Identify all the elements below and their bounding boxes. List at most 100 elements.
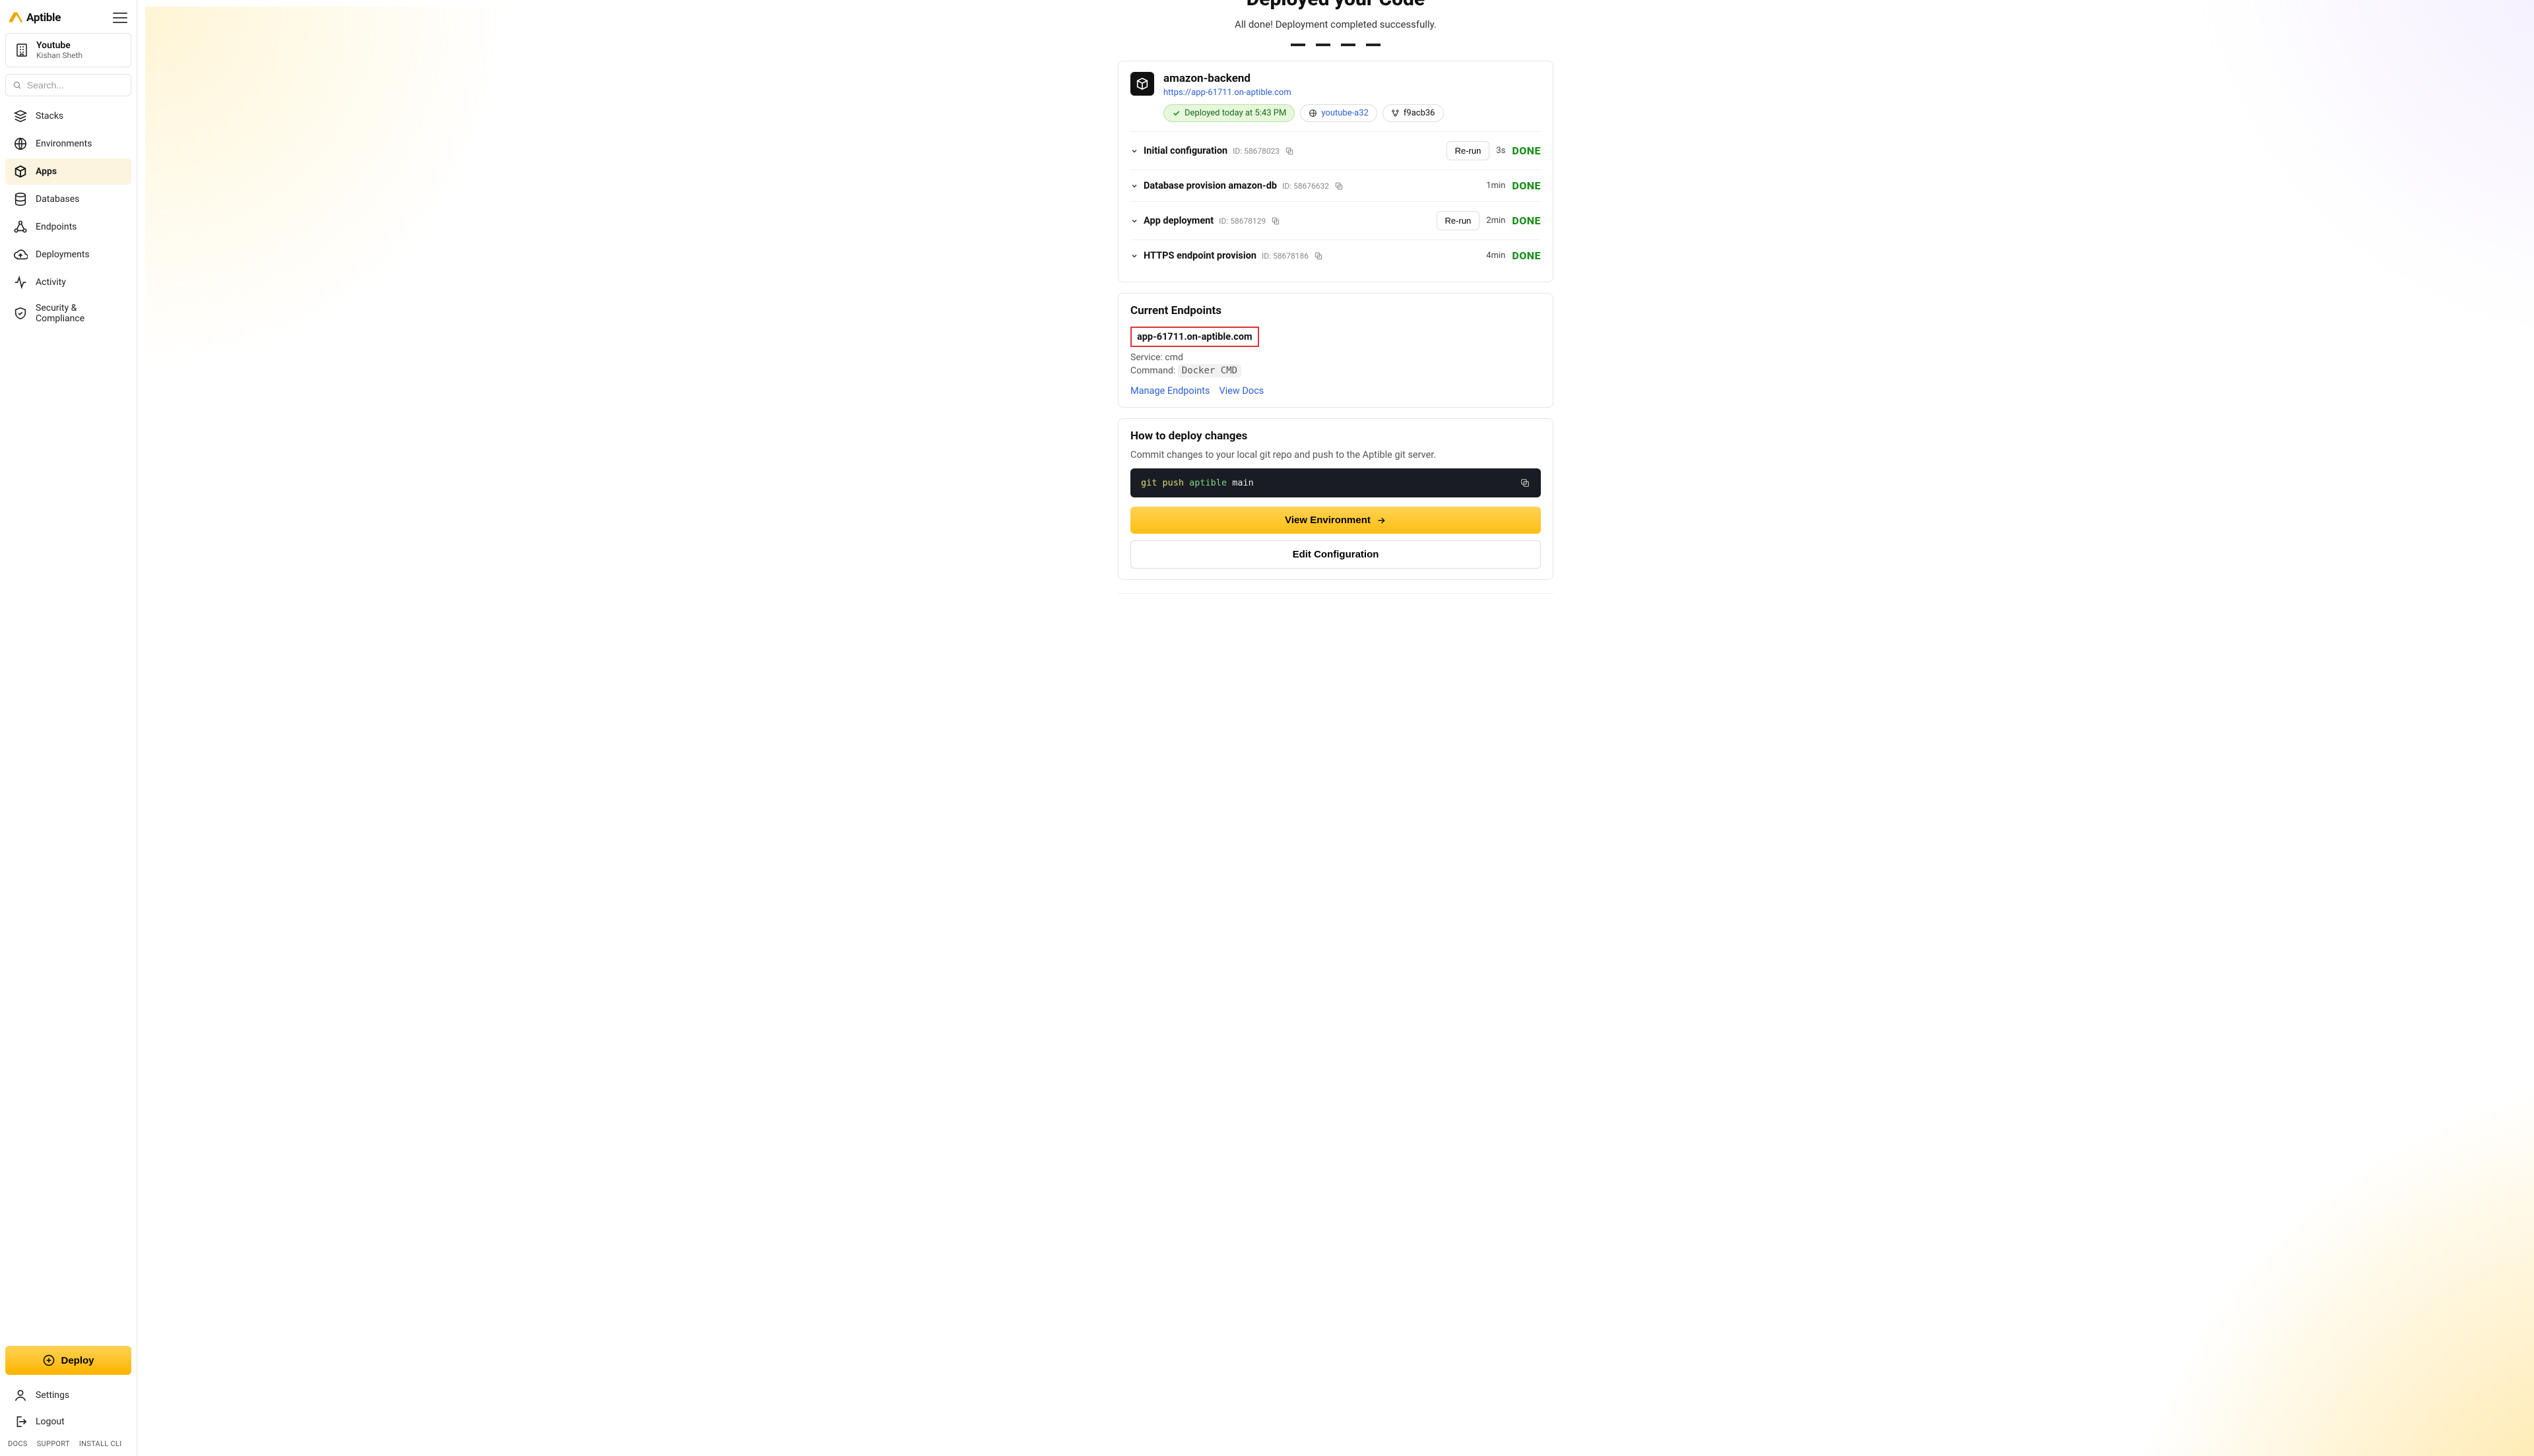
deployment-steps: Initial configurationID: 58678023Re-run3… — [1130, 131, 1541, 271]
sidebar-item-settings[interactable]: Settings — [5, 1383, 131, 1408]
sidebar-item-activity[interactable]: Activity — [5, 269, 131, 296]
rerun-button[interactable]: Re-run — [1446, 141, 1490, 160]
edit-configuration-label: Edit Configuration — [1293, 549, 1379, 560]
bottom-divider — [1118, 593, 1553, 594]
deploy-button-label: Deploy — [61, 1355, 94, 1366]
database-icon — [13, 192, 28, 206]
sidebar-item-label: Stacks — [36, 111, 63, 121]
copy-icon — [1520, 478, 1530, 488]
main-content: Deployed your Code All done! Deployment … — [137, 0, 2534, 1456]
network-icon — [13, 220, 28, 234]
step-duration: 2min — [1486, 216, 1505, 226]
menu-toggle-icon[interactable] — [113, 13, 127, 23]
step-title: App deployment — [1144, 215, 1214, 226]
search-box[interactable] — [5, 74, 131, 96]
footer-install-link[interactable]: INSTALL CLI — [79, 1440, 122, 1448]
step-status: DONE — [1512, 179, 1541, 192]
check-icon — [1172, 109, 1181, 117]
sidebar-item-label: Security & Compliance — [36, 303, 123, 324]
step-status: DONE — [1512, 144, 1541, 157]
step-status: DONE — [1512, 249, 1541, 262]
deploy-button[interactable]: Deploy — [5, 1346, 131, 1375]
sidebar-item-label: Activity — [36, 277, 66, 288]
manage-endpoints-link[interactable]: Manage Endpoints — [1130, 385, 1210, 396]
activity-icon — [13, 275, 28, 290]
deployed-chip: Deployed today at 5:43 PM — [1163, 104, 1295, 122]
box-icon — [13, 164, 28, 179]
search-icon — [13, 80, 22, 90]
sidebar-item-label: Deployments — [36, 249, 90, 260]
endpoint-command: Command: Docker CMD — [1130, 365, 1541, 376]
step-status: DONE — [1512, 214, 1541, 227]
step-title: HTTPS endpoint provision — [1144, 250, 1256, 261]
endpoints-card: Current Endpoints app-61711.on-aptible.c… — [1118, 293, 1553, 408]
sidebar-item-logout[interactable]: Logout — [5, 1409, 131, 1434]
copy-command-button[interactable] — [1520, 478, 1530, 488]
endpoint-highlight: app-61711.on-aptible.com — [1130, 327, 1259, 347]
arrow-right-icon — [1376, 515, 1386, 526]
footer-docs-link[interactable]: DOCS — [8, 1440, 28, 1448]
chevron-down-icon[interactable] — [1130, 182, 1138, 190]
org-selector[interactable]: Youtube Kishan Sheth — [5, 33, 131, 67]
search-input[interactable] — [27, 80, 124, 90]
view-environment-button[interactable]: View Environment — [1130, 507, 1541, 534]
main-nav: Stacks Environments Apps Databases Endpo… — [4, 103, 133, 330]
app-box-icon — [1130, 72, 1154, 96]
globe-icon — [1309, 109, 1317, 117]
plus-circle-icon — [42, 1354, 55, 1367]
howto-card: How to deploy changes Commit changes to … — [1118, 418, 1553, 580]
aptible-logo-icon — [9, 11, 24, 25]
copy-icon[interactable] — [1271, 216, 1280, 226]
endpoint-service: Service: cmd — [1130, 352, 1541, 363]
commit-chip[interactable]: f9acb36 — [1382, 104, 1444, 122]
brand-logo[interactable]: Aptible — [9, 11, 61, 25]
git-push-command: git push aptible main — [1130, 468, 1541, 497]
endpoint-host[interactable]: app-61711.on-aptible.com — [1137, 331, 1252, 342]
step-row: Initial configurationID: 58678023Re-run3… — [1130, 131, 1541, 170]
rerun-button[interactable]: Re-run — [1437, 211, 1480, 230]
copy-icon[interactable] — [1334, 181, 1344, 191]
sidebar-item-databases[interactable]: Databases — [5, 186, 131, 212]
step-row: App deployment ID: 58678129 Re-run 2min DONE — [1130, 201, 1541, 239]
user-icon — [13, 1388, 28, 1403]
step-id: ID: 58676632 — [1282, 181, 1329, 191]
org-user: Kishan Sheth — [36, 51, 82, 60]
building-icon — [14, 42, 30, 58]
commit-chip-text: f9acb36 — [1404, 108, 1435, 118]
chevron-down-icon[interactable] — [1130, 147, 1138, 155]
footer-links: DOCS SUPPORT INSTALL CLI — [4, 1434, 133, 1449]
sidebar-item-deployments[interactable]: Deployments — [5, 241, 131, 268]
endpoints-heading: Current Endpoints — [1130, 304, 1541, 317]
sidebar-item-stacks[interactable]: Stacks — [5, 103, 131, 129]
step-duration: 1min — [1486, 181, 1505, 191]
sidebar-item-security[interactable]: Security & Compliance — [5, 297, 131, 330]
howto-subtitle: Commit changes to your local git repo an… — [1130, 449, 1541, 460]
sidebar-item-endpoints[interactable]: Endpoints — [5, 214, 131, 240]
view-docs-link[interactable]: View Docs — [1219, 385, 1264, 396]
logout-icon — [13, 1414, 28, 1429]
sidebar-item-apps[interactable]: Apps — [5, 158, 131, 185]
brand-name: Aptible — [26, 11, 61, 24]
progress-indicator — [1118, 44, 1553, 46]
edit-configuration-button[interactable]: Edit Configuration — [1130, 540, 1541, 569]
footer-support-link[interactable]: SUPPORT — [37, 1440, 70, 1448]
org-name: Youtube — [36, 40, 82, 51]
step-id: ID: 58678186 — [1262, 251, 1309, 261]
env-chip[interactable]: youtube-a32 — [1300, 104, 1377, 122]
copy-icon[interactable] — [1314, 251, 1323, 261]
chevron-down-icon[interactable] — [1130, 217, 1138, 225]
step-row: Database provision amazon-db ID: 58676632… — [1130, 170, 1541, 201]
copy-icon[interactable] — [1285, 146, 1294, 156]
cloud-upload-icon — [13, 247, 28, 262]
app-url-link[interactable]: https://app-61711.on-aptible.com — [1163, 88, 1291, 98]
step-id: ID: 58678129 — [1219, 216, 1266, 226]
page-subtitle: All done! Deployment completed successfu… — [1118, 18, 1553, 30]
sidebar-item-environments[interactable]: Environments — [5, 131, 131, 157]
sidebar-item-label: Endpoints — [36, 222, 77, 232]
step-duration: 3s — [1496, 146, 1505, 156]
step-duration: 4min — [1486, 251, 1505, 261]
step-title: Database provision amazon-db — [1144, 180, 1277, 191]
chevron-down-icon[interactable] — [1130, 252, 1138, 260]
sidebar-item-label: Logout — [36, 1416, 65, 1427]
page-title: Deployed your Code — [1118, 0, 1553, 9]
